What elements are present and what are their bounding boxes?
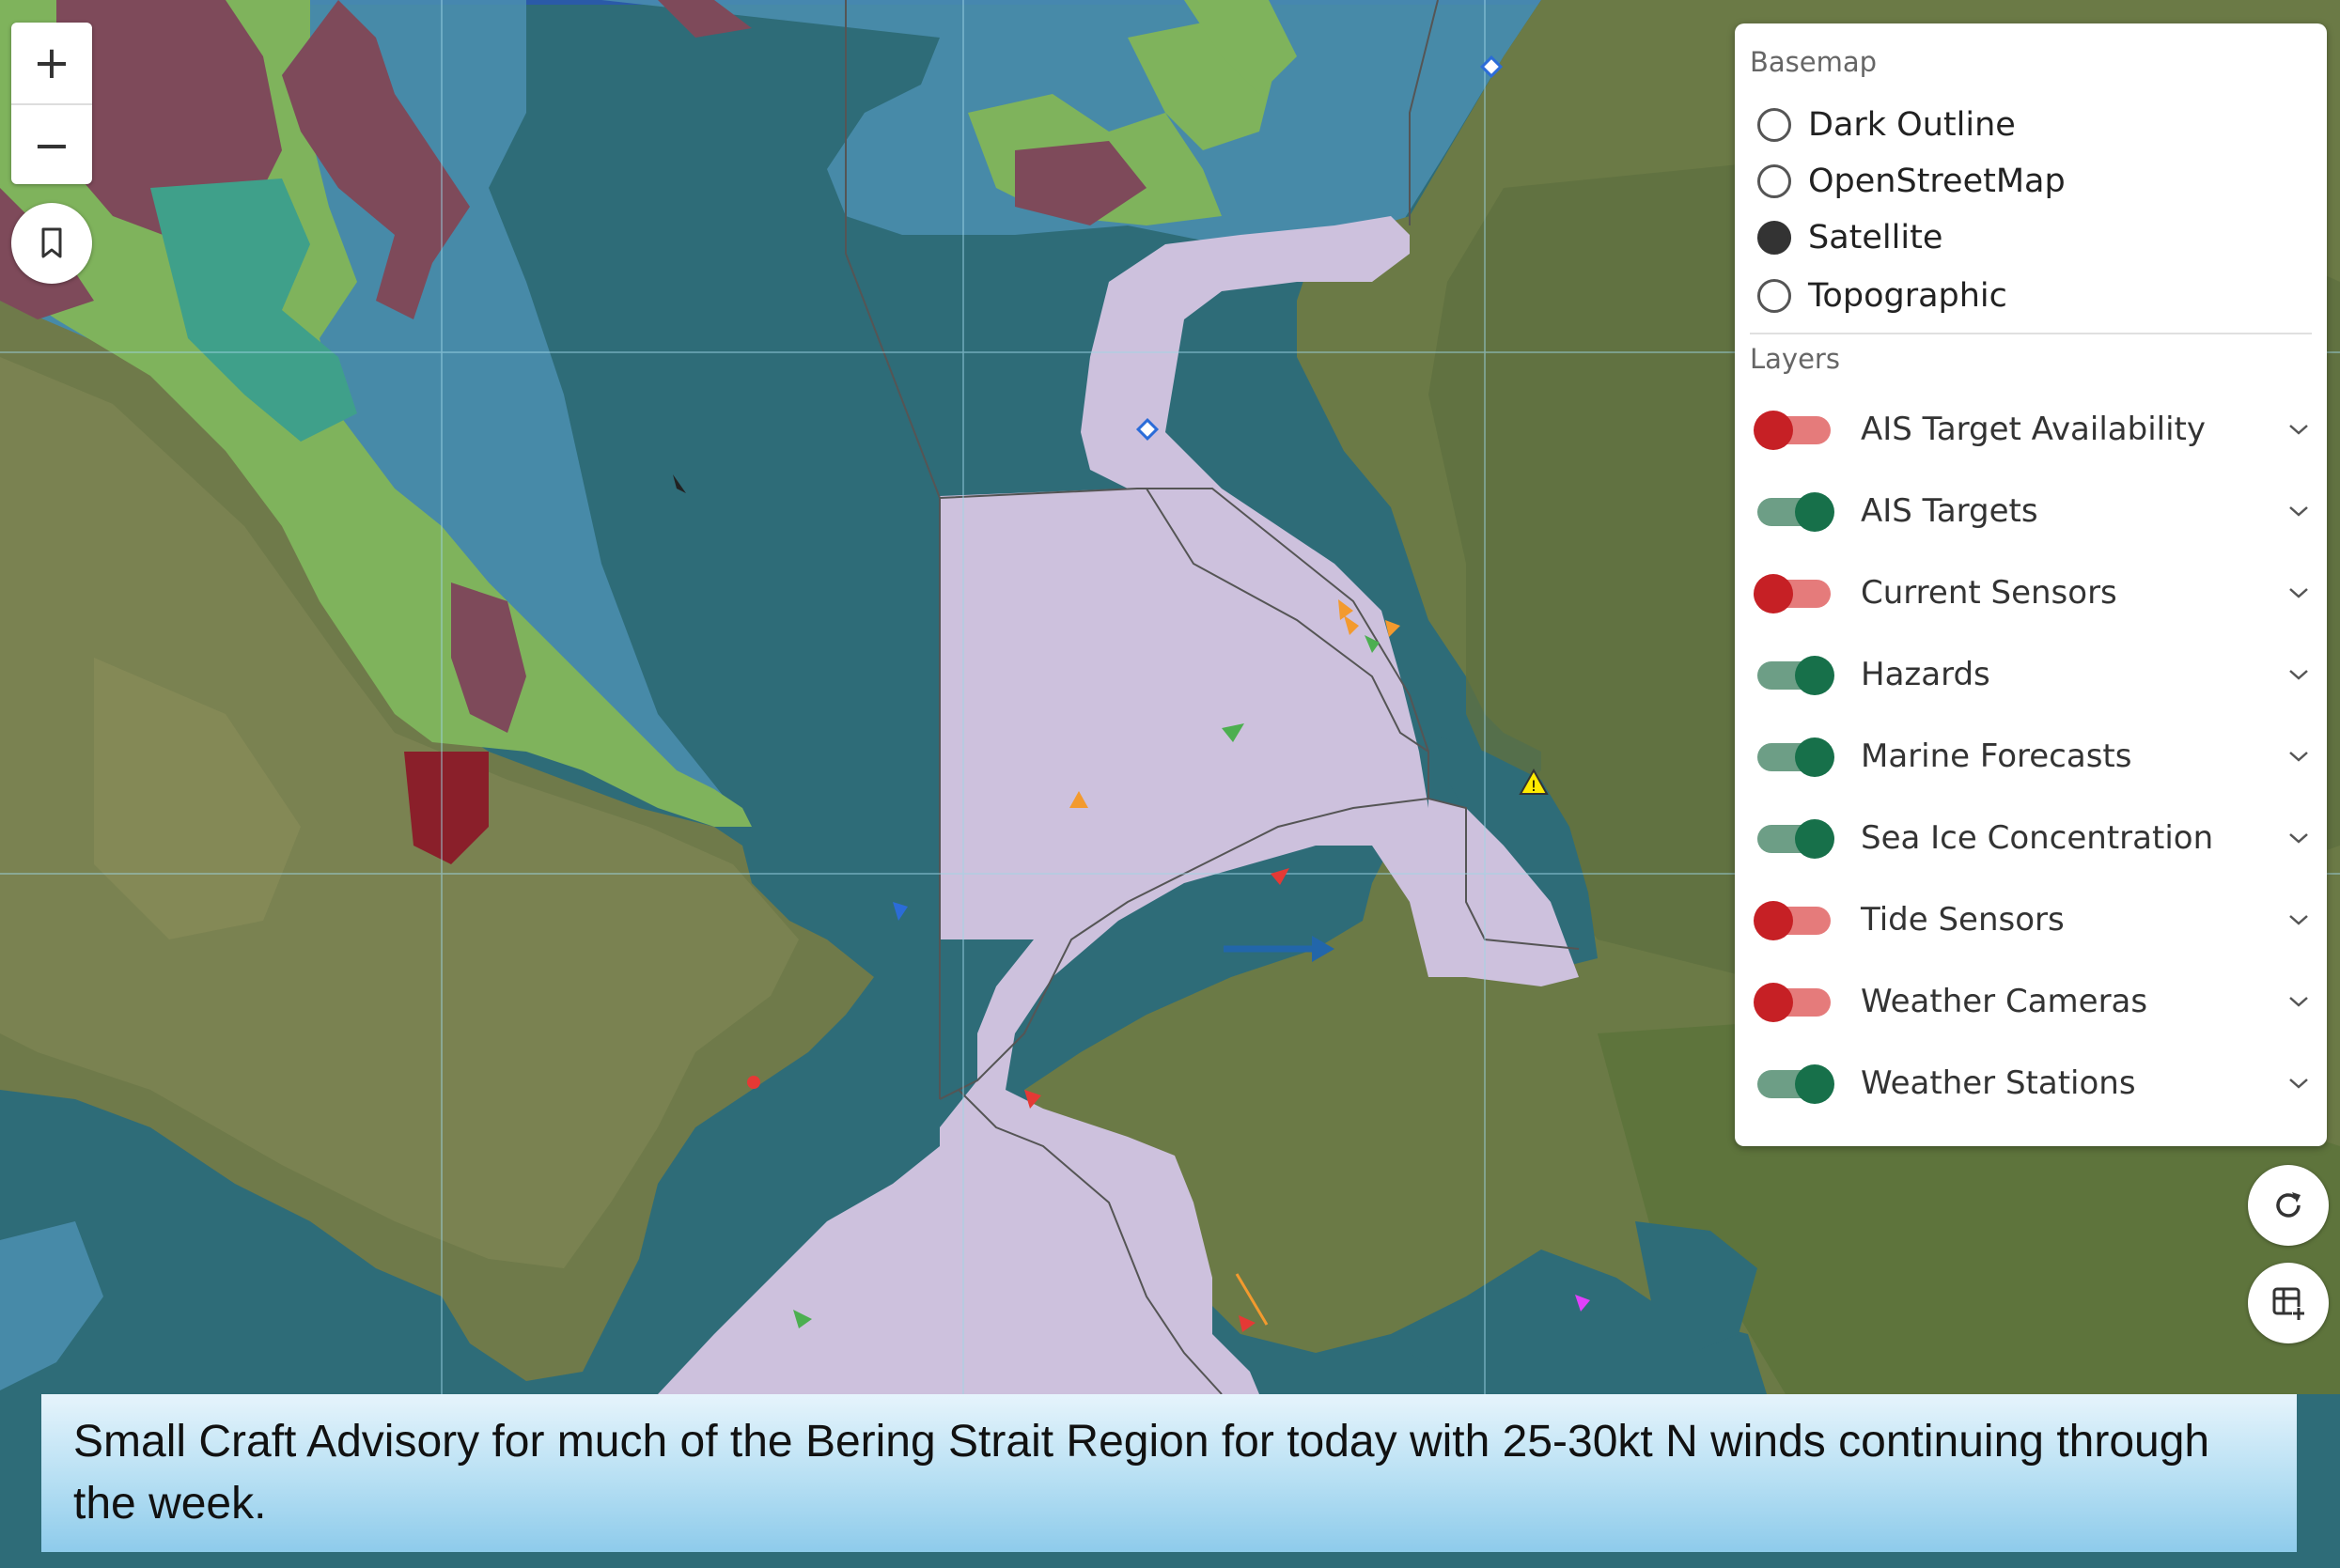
- layer-label: AIS Targets: [1861, 492, 2038, 530]
- advisory-banner: Small Craft Advisory for much of the Ber…: [41, 1394, 2297, 1552]
- chevron-down-icon[interactable]: [2280, 901, 2317, 939]
- layer-toggle[interactable]: [1754, 819, 1834, 859]
- chevron-down-icon[interactable]: [2280, 411, 2317, 448]
- basemap-option-label: Satellite: [1808, 219, 1943, 256]
- layer-ais-target-availability[interactable]: AIS Target Availability: [1754, 396, 2317, 462]
- advisory-text: Small Craft Advisory for much of the Ber…: [73, 1417, 2210, 1529]
- basemap-option-label: OpenStreetMap: [1808, 163, 2066, 200]
- layer-current-sensors[interactable]: Current Sensors: [1754, 560, 2317, 626]
- layer-toggle[interactable]: [1754, 737, 1834, 777]
- basemap-option-openstreetmap[interactable]: OpenStreetMap: [1757, 155, 2066, 208]
- radio-button[interactable]: [1757, 108, 1791, 142]
- layer-weather-stations[interactable]: Weather Stations: [1754, 1050, 2317, 1116]
- divider: [1750, 333, 2312, 334]
- chevron-down-icon[interactable]: [2280, 1064, 2317, 1102]
- table-add-icon: [2272, 1287, 2305, 1320]
- basemap-option-topographic[interactable]: Topographic: [1757, 270, 2007, 322]
- svg-text:!: !: [1531, 777, 1537, 795]
- chevron-down-icon[interactable]: [2280, 574, 2317, 612]
- table-add-button[interactable]: [2248, 1263, 2329, 1343]
- layer-sea-ice-concentration[interactable]: Sea Ice Concentration: [1754, 805, 2317, 871]
- layer-toggle[interactable]: [1754, 656, 1834, 695]
- layer-hazards[interactable]: Hazards: [1754, 642, 2317, 707]
- basemap-option-satellite[interactable]: Satellite: [1757, 211, 1942, 264]
- layer-toggle[interactable]: [1754, 492, 1834, 532]
- layer-toggle[interactable]: [1754, 983, 1834, 1022]
- layer-label: Tide Sensors: [1861, 901, 2065, 939]
- chevron-down-icon[interactable]: [2280, 737, 2317, 775]
- layer-toggle[interactable]: [1754, 1064, 1834, 1104]
- layer-tide-sensors[interactable]: Tide Sensors: [1754, 887, 2317, 953]
- refresh-button[interactable]: [2248, 1165, 2329, 1246]
- layer-label: Marine Forecasts: [1861, 737, 2132, 775]
- layers-title: Layers: [1750, 343, 1840, 375]
- weather-station-marker[interactable]: [747, 1076, 760, 1089]
- layer-label: Weather Stations: [1861, 1064, 2136, 1102]
- layer-ais-targets[interactable]: AIS Targets: [1754, 478, 2317, 544]
- layer-toggle[interactable]: [1754, 411, 1834, 450]
- layer-weather-cameras[interactable]: Weather Cameras: [1754, 969, 2317, 1034]
- radio-button[interactable]: [1757, 279, 1791, 313]
- zoom-out-button[interactable]: −: [11, 103, 92, 184]
- radio-button-selected[interactable]: [1757, 221, 1791, 255]
- refresh-icon: [2276, 1192, 2301, 1218]
- layer-panel: Basemap Dark Outline OpenStreetMap Satel…: [1735, 23, 2327, 1146]
- radio-button[interactable]: [1757, 164, 1791, 198]
- chevron-down-icon[interactable]: [2280, 983, 2317, 1020]
- basemap-option-label: Topographic: [1808, 277, 2007, 315]
- layer-toggle[interactable]: [1754, 901, 1834, 940]
- chevron-down-icon[interactable]: [2280, 656, 2317, 693]
- bookmark-button[interactable]: [11, 203, 92, 284]
- basemap-title: Basemap: [1750, 46, 1878, 78]
- layer-label: AIS Target Availability: [1861, 411, 2206, 448]
- basemap-option-label: Dark Outline: [1808, 106, 2016, 144]
- chevron-down-icon[interactable]: [2280, 492, 2317, 530]
- layer-marine-forecasts[interactable]: Marine Forecasts: [1754, 723, 2317, 789]
- zoom-in-button[interactable]: +: [11, 23, 92, 103]
- layer-label: Current Sensors: [1861, 574, 2117, 612]
- zoom-control: + −: [11, 23, 92, 184]
- layer-label: Weather Cameras: [1861, 983, 2148, 1020]
- layer-label: Sea Ice Concentration: [1861, 819, 2214, 857]
- layer-toggle[interactable]: [1754, 574, 1834, 613]
- layer-label: Hazards: [1861, 656, 1990, 693]
- chevron-down-icon[interactable]: [2280, 819, 2317, 857]
- bookmark-icon: [41, 227, 62, 258]
- basemap-option-dark-outline[interactable]: Dark Outline: [1757, 99, 2016, 151]
